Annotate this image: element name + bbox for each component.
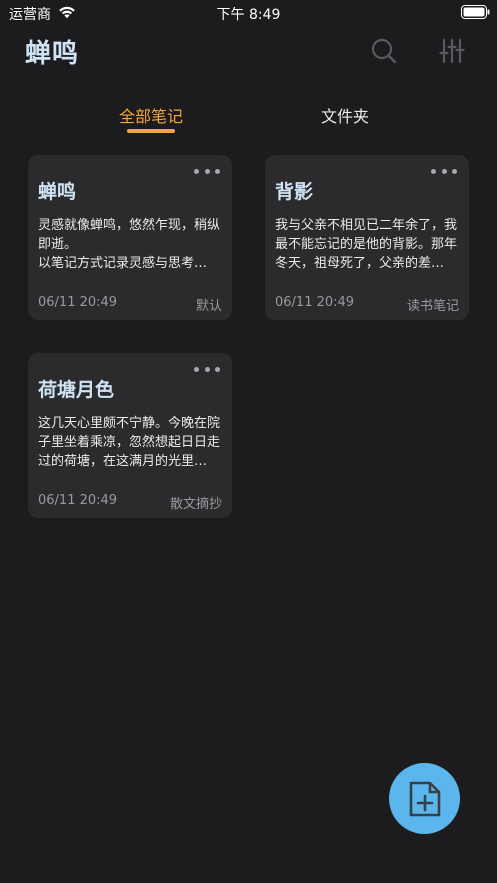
note-date: 06/11 20:49	[275, 295, 355, 310]
note-title: 荷塘月色	[38, 379, 115, 401]
note-card[interactable]: 蝉鸣 灵感就像蝉鸣，悠然乍现，稍纵即逝。 以笔记方式记录灵感与思考 支持粗体、斜…	[28, 155, 232, 320]
tab-folders[interactable]: 文件夹	[321, 103, 369, 127]
more-dot-icon	[215, 168, 220, 174]
note-folder: 散文摘抄	[169, 497, 222, 512]
more-dot-icon	[431, 168, 436, 174]
note-card[interactable]: 背影 我与父亲不相见已二年余了，我最不能忘记的是他的背影。那年冬天，祖母死了，父…	[265, 155, 469, 320]
status-bar: 运营商 下午 8:49	[0, 0, 497, 26]
add-note-icon	[409, 781, 440, 816]
battery-icon	[461, 5, 490, 19]
clock-label: 下午 8:49	[216, 7, 281, 23]
more-dot-icon	[204, 168, 210, 174]
page-title: 蝉鸣	[25, 39, 80, 69]
active-tab-indicator	[127, 129, 175, 133]
search-button[interactable]	[369, 36, 399, 66]
note-preview: 灵感就像蝉鸣，悠然乍现，稍纵即逝。 以笔记方式记录灵感与思考 支持粗体、斜体删除…	[38, 218, 220, 271]
more-dot-icon	[215, 366, 220, 372]
note-card[interactable]: 荷塘月色 这几天心里颇不宁静。今晚在院子里坐着乘凉，忽然想起日日走过的荷塘，在这…	[28, 353, 232, 518]
note-date: 06/11 20:49	[38, 493, 118, 508]
more-dot-icon	[452, 168, 457, 174]
note-folder: 默认	[195, 299, 222, 314]
add-note-button[interactable]	[389, 763, 460, 834]
tab-all-notes[interactable]: 全部笔记	[119, 103, 183, 127]
search-icon	[371, 38, 397, 64]
screen: 运营商 下午 8:49 蝉鸣 全部笔记 文件夹 蝉鸣 灵感就像蝉鸣，悠然乍现，稍…	[0, 0, 497, 883]
more-dot-icon	[194, 366, 199, 372]
note-folder: 读书笔记	[406, 299, 459, 314]
more-options-button[interactable]	[194, 163, 220, 179]
sliders-icon	[439, 38, 465, 64]
more-dot-icon	[194, 168, 199, 174]
note-title: 背影	[275, 181, 314, 203]
note-preview: 我与父亲不相见已二年余了，我最不能忘记的是他的背影。那年冬天，祖母死了，父亲的差…	[275, 218, 457, 271]
more-dot-icon	[441, 168, 447, 174]
note-date: 06/11 20:49	[38, 295, 118, 310]
more-options-button[interactable]	[194, 361, 220, 377]
filter-button[interactable]	[437, 36, 467, 66]
more-dot-icon	[204, 366, 210, 372]
note-preview: 这几天心里颇不宁静。今晚在院子里坐着乘凉，忽然想起日日走过的荷塘，在这满月的光里…	[38, 416, 220, 469]
note-title: 蝉鸣	[38, 181, 77, 203]
more-options-button[interactable]	[431, 163, 457, 179]
